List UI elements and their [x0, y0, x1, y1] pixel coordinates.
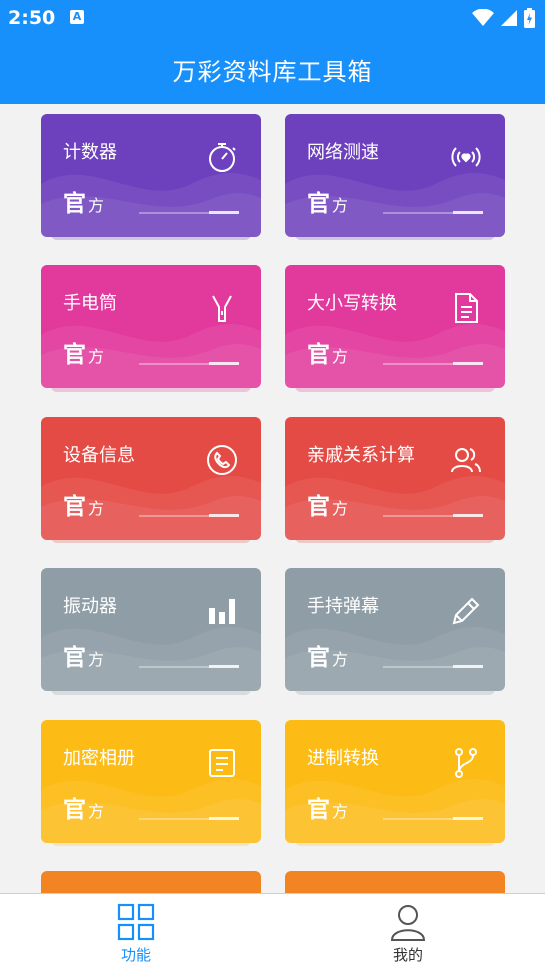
bottom-nav: 功能 我的: [0, 893, 545, 971]
card-handheld-barrage[interactable]: 手持弹幕 官方: [285, 568, 505, 691]
status-icons: [472, 8, 535, 28]
card-title: 振动器: [63, 596, 117, 617]
card-divider: [383, 515, 453, 517]
card-divider: [139, 818, 209, 820]
user-icon: [390, 905, 426, 941]
document-icon: [455, 293, 478, 323]
phone-icon: [207, 445, 237, 475]
card-divider-accent: [209, 362, 239, 365]
wave-decoration: [41, 626, 261, 691]
signal-heart-icon: [451, 147, 481, 167]
card-subtitle: 官方: [307, 797, 349, 823]
card-network-speed[interactable]: 网络测速 官方: [285, 114, 505, 237]
cellular-signal-icon: [501, 10, 517, 26]
card-divider-accent: [453, 665, 483, 668]
wave-decoration: [41, 172, 261, 237]
nav-label: 我的: [392, 946, 423, 964]
card-counter[interactable]: 计数器 官方: [41, 114, 261, 237]
note-icon: [209, 749, 235, 777]
nav-item-mine[interactable]: 我的: [338, 894, 478, 971]
card-subtitle: 官方: [63, 645, 105, 671]
branch-icon: [455, 748, 477, 778]
grid-icon: [117, 903, 155, 941]
wave-decoration: [285, 172, 505, 237]
card-divider: [139, 363, 209, 365]
wave-decoration: [285, 323, 505, 388]
card-flashlight[interactable]: 手电筒 官方: [41, 265, 261, 388]
card-case-converter[interactable]: 大小写转换 官方: [285, 265, 505, 388]
tool-grid[interactable]: 计数器 官方 网络测速 官方 手电筒 官方 大小写转换 官 方 设备信息 官 方…: [0, 104, 545, 893]
bar-chart-icon: [209, 599, 235, 624]
card-divider-accent: [453, 211, 483, 214]
card-subtitle: 官方: [307, 191, 349, 217]
flashlight-icon: [212, 295, 232, 322]
nav-label: 功能: [120, 946, 151, 964]
card-subtitle: 官方: [63, 494, 105, 520]
card-subtitle: 官方: [63, 342, 105, 368]
card-divider-accent: [453, 514, 483, 517]
wave-decoration: [285, 475, 505, 540]
app-title: 万彩资料库工具箱: [172, 58, 373, 86]
card-subtitle: 官方: [63, 191, 105, 217]
card-title: 进制转换: [307, 748, 379, 769]
card-divider: [139, 212, 209, 214]
wave-decoration: [41, 778, 261, 843]
card-divider-accent: [209, 665, 239, 668]
card-title: 设备信息: [63, 445, 135, 466]
pencil-icon: [452, 597, 480, 625]
wifi-icon: [472, 9, 494, 26]
wave-decoration: [41, 475, 261, 540]
card-title: 大小写转换: [307, 293, 397, 314]
card-divider: [139, 666, 209, 668]
card-divider: [139, 515, 209, 517]
card-divider-accent: [209, 211, 239, 214]
card-subtitle: 官方: [307, 645, 349, 671]
status-bar: 2:50 A: [0, 0, 545, 36]
battery-icon: [524, 8, 535, 28]
card-divider-accent: [453, 362, 483, 365]
card-partial[interactable]: [285, 871, 505, 893]
card-divider-accent: [453, 817, 483, 820]
card-vibrator[interactable]: 振动器 官方: [41, 568, 261, 691]
card-title: 手持弹幕: [307, 596, 379, 617]
card-title: 网络测速: [307, 142, 379, 163]
card-base-converter[interactable]: 进制转换 官方: [285, 720, 505, 843]
wave-decoration: [285, 778, 505, 843]
card-device-info[interactable]: 设备信息 官方: [41, 417, 261, 540]
card-subtitle: 官方: [307, 494, 349, 520]
stopwatch-icon: [209, 143, 236, 172]
card-divider-accent: [209, 817, 239, 820]
notification-a-icon: A: [70, 10, 84, 24]
wave-decoration: [41, 323, 261, 388]
card-title: 计数器: [63, 142, 117, 163]
card-divider-accent: [209, 514, 239, 517]
card-encrypted-album[interactable]: 加密相册 官方: [41, 720, 261, 843]
card-title: 加密相册: [63, 748, 135, 769]
card-relative-calculator[interactable]: 亲戚关系计算 官方: [285, 417, 505, 540]
card-divider: [383, 666, 453, 668]
card-divider: [383, 363, 453, 365]
card-divider: [383, 212, 453, 214]
wave-decoration: [285, 626, 505, 691]
card-divider: [383, 818, 453, 820]
card-subtitle: 官方: [63, 797, 105, 823]
card-title: 亲戚关系计算: [307, 445, 415, 466]
card-subtitle: 官方: [307, 342, 349, 368]
status-time: 2:50: [8, 7, 56, 29]
card-title: 手电筒: [63, 293, 117, 314]
nav-item-functions[interactable]: 功能: [66, 894, 206, 971]
people-icon: [451, 448, 481, 473]
card-partial[interactable]: [41, 871, 261, 893]
app-bar: 万彩资料库工具箱: [0, 36, 545, 104]
